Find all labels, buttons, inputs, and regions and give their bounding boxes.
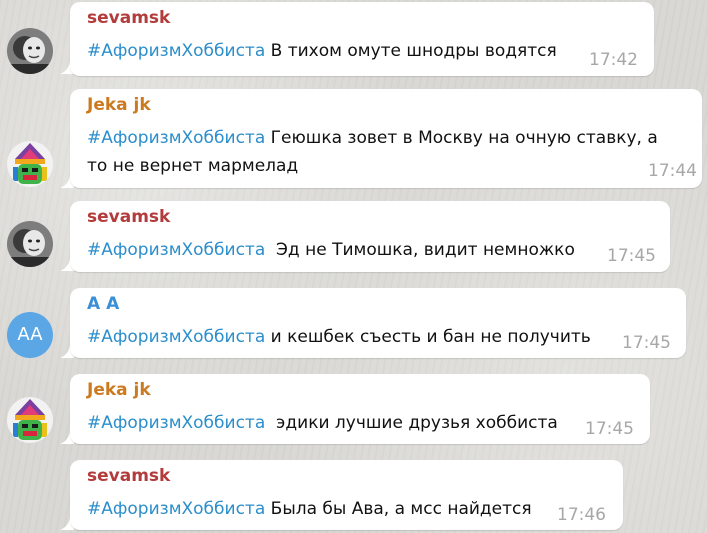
colorful-clown-icon — [7, 141, 53, 187]
hashtag-link[interactable]: #АфоризмХоббиста — [87, 327, 265, 347]
author-name[interactable]: Jeka jk — [87, 95, 151, 115]
message-bubble[interactable]: A A #АфоризмХоббиста и кешбек съесть и б… — [70, 288, 686, 358]
message-bubble[interactable]: Jeka jk #АфоризмХоббиста эдики лучшие др… — [70, 374, 650, 444]
author-name[interactable]: sevamsk — [87, 8, 170, 28]
message-body-line2: то не вернет мармелад — [87, 156, 299, 176]
message-text: #АфоризмХоббиста В тихом омуте шнодры во… — [87, 37, 557, 65]
message-time: 17:45 — [607, 246, 656, 266]
author-name[interactable]: A A — [87, 294, 119, 314]
message-time: 17:44 — [648, 161, 697, 181]
message-bubble[interactable]: sevamsk #АфоризмХоббиста Была бы Ава, а … — [70, 460, 623, 530]
message-bubble[interactable]: sevamsk #АфоризмХоббиста В тихом омуте ш… — [70, 2, 654, 76]
user-avatar-sevamsk[interactable] — [7, 221, 53, 267]
user-avatar-sevamsk[interactable] — [7, 28, 53, 74]
message-bubble[interactable]: Jeka jk #АфоризмХоббиста Геюшка зовет в … — [70, 89, 702, 188]
mask-photo-icon — [7, 221, 53, 267]
avatar-initials: AA — [17, 324, 43, 345]
message-body: В тихом омуте шнодры водятся — [265, 41, 557, 61]
message-time: 17:45 — [585, 419, 634, 439]
hashtag-link[interactable]: #АфоризмХоббиста — [87, 240, 265, 260]
message-text: #АфоризмХоббиста Была бы Ава, а мсс найд… — [87, 495, 532, 523]
message-body: Геюшка зовет в Москву на очную ставку, а — [265, 128, 658, 148]
message-time: 17:45 — [622, 333, 671, 353]
hashtag-link[interactable]: #АфоризмХоббиста — [87, 128, 265, 148]
message-text: #АфоризмХоббиста эдики лучшие друзья хоб… — [87, 409, 558, 437]
message-time: 17:46 — [557, 505, 606, 525]
message-text: #АфоризмХоббиста и кешбек съесть и бан н… — [87, 323, 591, 351]
message-time: 17:42 — [589, 50, 638, 70]
message-body: эдики лучшие друзья хоббиста — [265, 413, 558, 433]
hashtag-link[interactable]: #АфоризмХоббиста — [87, 41, 265, 61]
message-body: Была бы Ава, а мсс найдется — [265, 499, 532, 519]
message-body: и кешбек съесть и бан не получить — [265, 327, 591, 347]
user-avatar-jeka-jk[interactable] — [7, 397, 53, 443]
user-avatar-jeka-jk[interactable] — [7, 141, 53, 187]
mask-photo-icon — [7, 28, 53, 74]
message-bubble[interactable]: sevamsk #АфоризмХоббиста Эд не Тимошка, … — [70, 201, 670, 272]
user-avatar-a-a[interactable]: AA — [7, 312, 53, 358]
author-name[interactable]: sevamsk — [87, 207, 170, 227]
author-name[interactable]: Jeka jk — [87, 380, 151, 400]
hashtag-link[interactable]: #АфоризмХоббиста — [87, 413, 265, 433]
message-text: #АфоризмХоббиста Геюшка зовет в Москву н… — [87, 124, 658, 180]
message-text: #АфоризмХоббиста Эд не Тимошка, видит не… — [87, 236, 575, 264]
message-body: Эд не Тимошка, видит немножко — [265, 240, 575, 260]
colorful-clown-icon — [7, 397, 53, 443]
author-name[interactable]: sevamsk — [87, 466, 170, 486]
hashtag-link[interactable]: #АфоризмХоббиста — [87, 499, 265, 519]
